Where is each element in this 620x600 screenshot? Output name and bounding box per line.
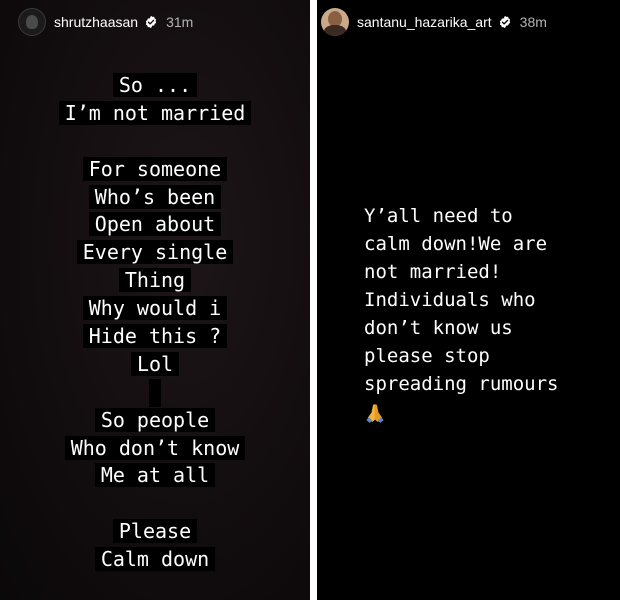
story-line: Individuals who	[364, 289, 536, 311]
story-header: shrutzhaasan 31m	[18, 8, 302, 36]
story-line: I’m not married	[0, 100, 310, 128]
story-line: Why would i	[0, 295, 310, 323]
verified-badge-icon	[144, 15, 158, 29]
verified-badge-icon	[498, 15, 512, 29]
username[interactable]: santanu_hazarika_art	[357, 14, 492, 30]
story-line: Thing	[0, 267, 310, 295]
story-line: Who’s been	[0, 184, 310, 212]
avatar[interactable]	[321, 8, 349, 36]
story-comparison: shrutzhaasan 31m So ... I’m not married …	[0, 0, 620, 600]
story-line: Y’all need to	[364, 205, 513, 227]
story-text: So ... I’m not married For someone Who’s…	[0, 72, 310, 574]
story-line: spreading rumours	[364, 373, 559, 395]
story-line: not married!	[364, 261, 502, 283]
story-line-blank	[0, 378, 310, 407]
story-line: So ...	[0, 72, 310, 100]
story-text: Y’all need to calm down!We are not marri…	[364, 202, 558, 424]
story-line: Lol	[0, 351, 310, 379]
story-line: Please	[0, 518, 310, 546]
timestamp: 38m	[519, 14, 547, 30]
story-line: Every single	[0, 239, 310, 267]
story-shrutzhaasan[interactable]: shrutzhaasan 31m So ... I’m not married …	[0, 0, 310, 600]
story-line: Hide this ?	[0, 323, 310, 351]
story-line: please stop	[364, 345, 490, 367]
story-line-blank	[0, 490, 310, 518]
story-line: calm down!We are	[364, 233, 548, 255]
story-line: For someone	[0, 156, 310, 184]
timestamp: 31m	[166, 14, 194, 30]
story-line: So people	[0, 407, 310, 435]
username[interactable]: shrutzhaasan	[54, 14, 138, 30]
story-line-blank	[0, 128, 310, 156]
folded-hands-icon	[364, 402, 386, 424]
story-line: don’t know us	[364, 317, 513, 339]
story-line: Me at all	[0, 462, 310, 490]
story-line: Who don’t know	[0, 435, 310, 463]
story-santanu-hazarika-art[interactable]: santanu_hazarika_art 38m Y’all need to c…	[317, 0, 620, 600]
story-header: santanu_hazarika_art 38m	[321, 8, 612, 36]
avatar[interactable]	[18, 8, 46, 36]
story-line: Calm down	[0, 546, 310, 574]
story-line: Open about	[0, 211, 310, 239]
